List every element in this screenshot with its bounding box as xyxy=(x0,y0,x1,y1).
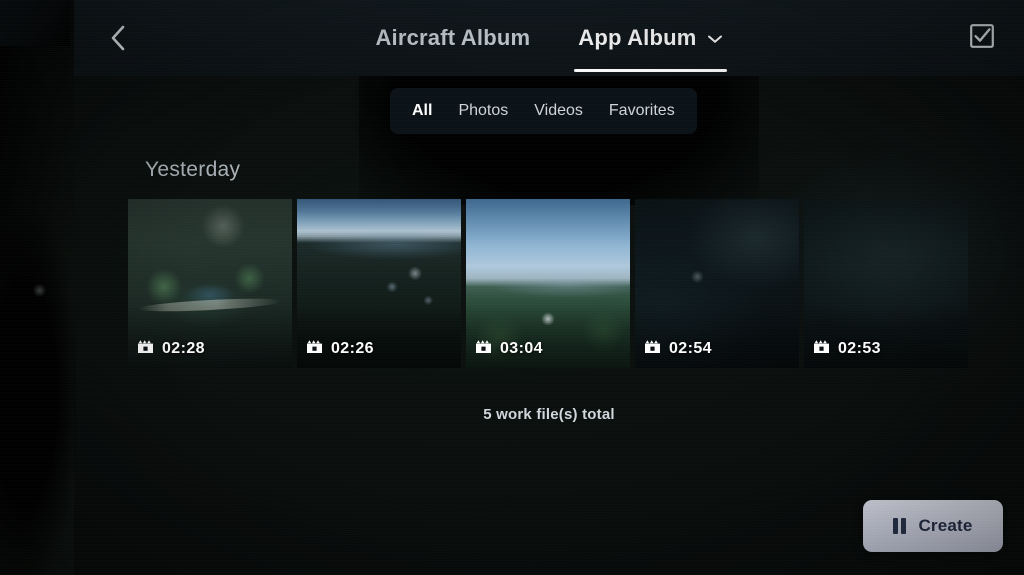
filter-all[interactable]: All xyxy=(412,102,432,120)
select-all-button[interactable] xyxy=(960,16,1004,60)
bezel-sensor-dot xyxy=(33,284,46,297)
media-thumbnail[interactable]: 02:54 xyxy=(635,199,799,368)
file-count-label: 5 work file(s) total xyxy=(483,406,615,423)
filter-videos[interactable]: Videos xyxy=(534,102,583,120)
album-tab-bar: Aircraft Album App Album xyxy=(74,0,1024,76)
bezel-shadow xyxy=(0,215,76,575)
video-clip-icon xyxy=(644,339,661,359)
duration-text: 03:04 xyxy=(500,340,543,357)
bezel-glint xyxy=(0,0,70,46)
duration-badge: 02:26 xyxy=(306,339,374,359)
create-button-label: Create xyxy=(918,516,973,535)
video-clip-icon xyxy=(137,339,154,359)
duration-text: 02:28 xyxy=(162,340,205,357)
media-thumbnail[interactable]: 02:28 xyxy=(128,199,292,368)
media-thumbnail[interactable]: 02:53 xyxy=(804,199,968,368)
app-surface: Aircraft Album App Album All Photos Vide… xyxy=(74,0,1024,575)
duration-badge: 02:53 xyxy=(813,339,881,359)
media-filter-bar: All Photos Videos Favorites xyxy=(390,88,697,134)
media-thumbnail[interactable]: 03:04 xyxy=(466,199,630,368)
media-grid: 02:28 02:26 03:04 02:54 02:53 xyxy=(128,199,968,368)
duration-badge: 02:28 xyxy=(137,339,205,359)
duration-badge: 02:54 xyxy=(644,339,712,359)
duration-badge: 03:04 xyxy=(475,339,543,359)
tab-aircraft-album-label: Aircraft Album xyxy=(375,25,531,50)
video-clip-icon xyxy=(813,339,830,359)
chevron-down-icon[interactable] xyxy=(707,31,723,49)
filter-favorites[interactable]: Favorites xyxy=(609,102,675,120)
duration-text: 02:53 xyxy=(838,340,881,357)
checkbox-checked-icon xyxy=(969,23,995,54)
media-thumbnail[interactable]: 02:26 xyxy=(297,199,461,368)
video-clip-icon xyxy=(475,339,492,359)
clips-bars-icon xyxy=(893,518,907,534)
tab-app-album[interactable]: App Album xyxy=(574,0,727,76)
duration-text: 02:54 xyxy=(669,340,712,357)
tablet-screen-photo: Aircraft Album App Album All Photos Vide… xyxy=(0,0,1024,575)
video-clip-icon xyxy=(306,339,323,359)
duration-text: 02:26 xyxy=(331,340,374,357)
tab-app-album-label: App Album xyxy=(578,25,697,50)
top-navigation-bar: Aircraft Album App Album xyxy=(74,0,1024,76)
tab-aircraft-album[interactable]: Aircraft Album xyxy=(371,0,534,76)
create-button[interactable]: Create xyxy=(863,500,1003,552)
section-date-header: Yesterday xyxy=(145,158,241,181)
filter-photos[interactable]: Photos xyxy=(458,102,508,120)
